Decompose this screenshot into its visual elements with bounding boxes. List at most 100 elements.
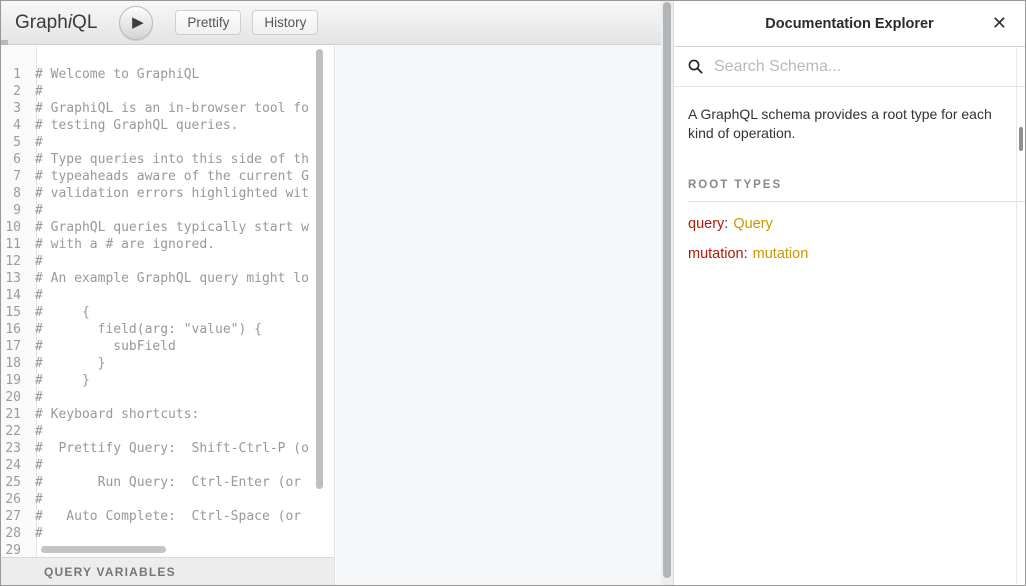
code-line[interactable]: 16# field(arg: "value") { bbox=[1, 321, 334, 338]
execute-query-button[interactable]: ▶ bbox=[119, 6, 153, 40]
line-text: # subField bbox=[29, 338, 334, 355]
window-scrollbar-thumb[interactable] bbox=[663, 2, 671, 578]
query-variables-title: QUERY VARIABLES bbox=[44, 565, 176, 579]
code-line[interactable]: 14# bbox=[1, 287, 334, 304]
line-number: 18 bbox=[1, 355, 29, 372]
code-line[interactable]: 12# bbox=[1, 253, 334, 270]
line-text: # An example GraphQL query might lo bbox=[29, 270, 334, 287]
code-line[interactable]: 1# Welcome to GraphiQL bbox=[1, 66, 334, 83]
result-panel bbox=[336, 45, 661, 585]
code-lines: 1# Welcome to GraphiQL 2# 3# GraphiQL is… bbox=[1, 66, 334, 557]
code-line[interactable]: 23# Prettify Query: Shift-Ctrl-P (o bbox=[1, 440, 334, 457]
search-input[interactable] bbox=[712, 57, 1011, 77]
code-line[interactable]: 8# validation errors highlighted wit bbox=[1, 185, 334, 202]
line-text: # bbox=[29, 423, 334, 440]
line-text: # with a # are ignored. bbox=[29, 236, 334, 253]
line-number: 21 bbox=[1, 406, 29, 423]
colon: : bbox=[724, 216, 728, 232]
doc-content: A GraphQL schema provides a root type fo… bbox=[674, 87, 1025, 262]
code-line[interactable]: 21# Keyboard shortcuts: bbox=[1, 406, 334, 423]
colon: : bbox=[744, 246, 748, 262]
code-line[interactable]: 2# bbox=[1, 83, 334, 100]
code-line[interactable]: 10# GraphQL queries typically start w bbox=[1, 219, 334, 236]
code-line[interactable]: 26# bbox=[1, 491, 334, 508]
line-number: 28 bbox=[1, 525, 29, 542]
line-text: # bbox=[29, 202, 334, 219]
line-number: 7 bbox=[1, 168, 29, 185]
schema-description: A GraphQL schema provides a root type fo… bbox=[688, 105, 1011, 143]
code-line[interactable]: 15# { bbox=[1, 304, 334, 321]
prettify-button[interactable]: Prettify bbox=[175, 10, 241, 35]
code-line[interactable]: 25# Run Query: Ctrl-Enter (or bbox=[1, 474, 334, 491]
line-number: 25 bbox=[1, 474, 29, 491]
code-line[interactable]: 9# bbox=[1, 202, 334, 219]
query-variables-bar[interactable]: QUERY VARIABLES bbox=[1, 557, 334, 585]
root-type-item: query:Query bbox=[688, 216, 1011, 232]
code-line[interactable]: 4# testing GraphQL queries. bbox=[1, 117, 334, 134]
line-number: 12 bbox=[1, 253, 29, 270]
line-text: # Run Query: Ctrl-Enter (or bbox=[29, 474, 334, 491]
line-text: # testing GraphQL queries. bbox=[29, 117, 334, 134]
code-line[interactable]: 7# typeaheads aware of the current G bbox=[1, 168, 334, 185]
search-icon bbox=[688, 59, 703, 74]
query-editor-pane: 1# Welcome to GraphiQL 2# 3# GraphiQL is… bbox=[1, 45, 335, 585]
close-icon[interactable]: ✕ bbox=[986, 13, 1013, 35]
line-number: 5 bbox=[1, 134, 29, 151]
app-logo: GraphiQL bbox=[15, 12, 97, 34]
code-line[interactable]: 5# bbox=[1, 134, 334, 151]
line-number: 16 bbox=[1, 321, 29, 338]
doc-items: query:Query mutation:mutation bbox=[688, 216, 1011, 262]
line-number: 26 bbox=[1, 491, 29, 508]
code-line[interactable]: 22# bbox=[1, 423, 334, 440]
line-text: # Keyboard shortcuts: bbox=[29, 406, 334, 423]
code-line[interactable]: 27# Auto Complete: Ctrl-Space (or bbox=[1, 508, 334, 525]
code-line[interactable]: 11# with a # are ignored. bbox=[1, 236, 334, 253]
line-text: # bbox=[29, 134, 334, 151]
line-text: # } bbox=[29, 372, 334, 389]
field-name: mutation bbox=[688, 246, 744, 262]
history-button[interactable]: History bbox=[252, 10, 318, 35]
editor-vertical-scrollbar[interactable] bbox=[316, 49, 323, 489]
code-line[interactable]: 6# Type queries into this side of th bbox=[1, 151, 334, 168]
line-text: # bbox=[29, 287, 334, 304]
line-text: # Prettify Query: Shift-Ctrl-P (o bbox=[29, 440, 334, 457]
line-text: # bbox=[29, 457, 334, 474]
line-text: # field(arg: "value") { bbox=[29, 321, 334, 338]
code-line[interactable]: 28# bbox=[1, 525, 334, 542]
type-name[interactable]: Query bbox=[733, 216, 773, 232]
line-text: # bbox=[29, 389, 334, 406]
code-line[interactable]: 19# } bbox=[1, 372, 334, 389]
code-line[interactable]: 18# } bbox=[1, 355, 334, 372]
line-text: # { bbox=[29, 304, 334, 321]
line-text: # bbox=[29, 83, 334, 100]
type-name[interactable]: mutation bbox=[753, 246, 809, 262]
line-text: # bbox=[29, 491, 334, 508]
line-number: 10 bbox=[1, 219, 29, 236]
code-line[interactable]: 3# GraphiQL is an in-browser tool fo bbox=[1, 100, 334, 117]
line-text: # bbox=[29, 525, 334, 542]
window-scrollbar[interactable] bbox=[661, 1, 673, 585]
line-number: 22 bbox=[1, 423, 29, 440]
line-number: 8 bbox=[1, 185, 29, 202]
code-line[interactable]: 17# subField bbox=[1, 338, 334, 355]
query-editor[interactable]: 1# Welcome to GraphiQL 2# 3# GraphiQL is… bbox=[1, 45, 334, 557]
doc-scrollbar-thumb[interactable] bbox=[1019, 127, 1023, 151]
doc-title: Documentation Explorer bbox=[765, 16, 933, 32]
line-text: # typeaheads aware of the current G bbox=[29, 168, 334, 185]
line-text: # Welcome to GraphiQL bbox=[29, 66, 334, 83]
code-line[interactable]: 24# bbox=[1, 457, 334, 474]
line-text: # GraphQL queries typically start w bbox=[29, 219, 334, 236]
doc-header: Documentation Explorer ✕ bbox=[674, 1, 1025, 47]
root-type-item: mutation:mutation bbox=[688, 246, 1011, 262]
line-number: 1 bbox=[1, 66, 29, 83]
line-number: 13 bbox=[1, 270, 29, 287]
toolbar: GraphiQL ▶ Prettify History bbox=[1, 1, 661, 45]
code-line[interactable]: 20# bbox=[1, 389, 334, 406]
editor-horizontal-scrollbar[interactable] bbox=[41, 546, 166, 553]
line-number: 6 bbox=[1, 151, 29, 168]
line-text: # bbox=[29, 253, 334, 270]
play-icon: ▶ bbox=[132, 15, 144, 30]
line-text: # validation errors highlighted wit bbox=[29, 185, 334, 202]
code-line[interactable]: 13# An example GraphQL query might lo bbox=[1, 270, 334, 287]
line-number: 29 bbox=[1, 542, 29, 557]
